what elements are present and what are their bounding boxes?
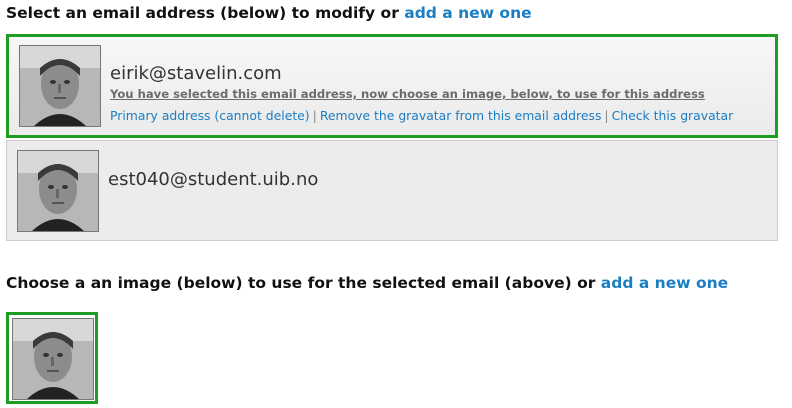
separator: | [604,108,609,123]
avatar [17,150,99,232]
avatar [19,45,101,127]
add-image-link[interactable]: add a new one [601,274,728,292]
choose-image-text: Choose a an image (below) to use for the… [6,274,596,292]
primary-address-link[interactable]: Primary address (cannot delete) [110,108,310,123]
select-email-text: Select an email address (below) to modif… [6,4,399,22]
image-option-selected[interactable] [6,312,98,404]
user-photo-icon [18,151,98,231]
email-actions: Primary address (cannot delete) | Remove t… [110,108,733,123]
email-card-selected[interactable]: eirik@stavelin.com You have selected thi… [6,34,778,138]
image-option-thumbnail [12,318,94,400]
add-email-link[interactable]: add a new one [404,4,531,22]
email-address: eirik@stavelin.com [110,63,282,84]
check-gravatar-link[interactable]: Check this gravatar [612,108,734,123]
remove-gravatar-link[interactable]: Remove the gravatar from this email addr… [320,108,602,123]
selection-notice: You have selected this email address, no… [110,87,705,101]
email-card[interactable]: est040@student.uib.no [6,140,778,241]
email-address: est040@student.uib.no [108,169,319,190]
separator: | [312,108,317,123]
user-photo-icon [13,319,93,399]
select-email-heading: Select an email address (below) to modif… [6,4,532,22]
choose-image-heading: Choose a an image (below) to use for the… [6,274,728,292]
user-photo-icon [20,46,100,126]
